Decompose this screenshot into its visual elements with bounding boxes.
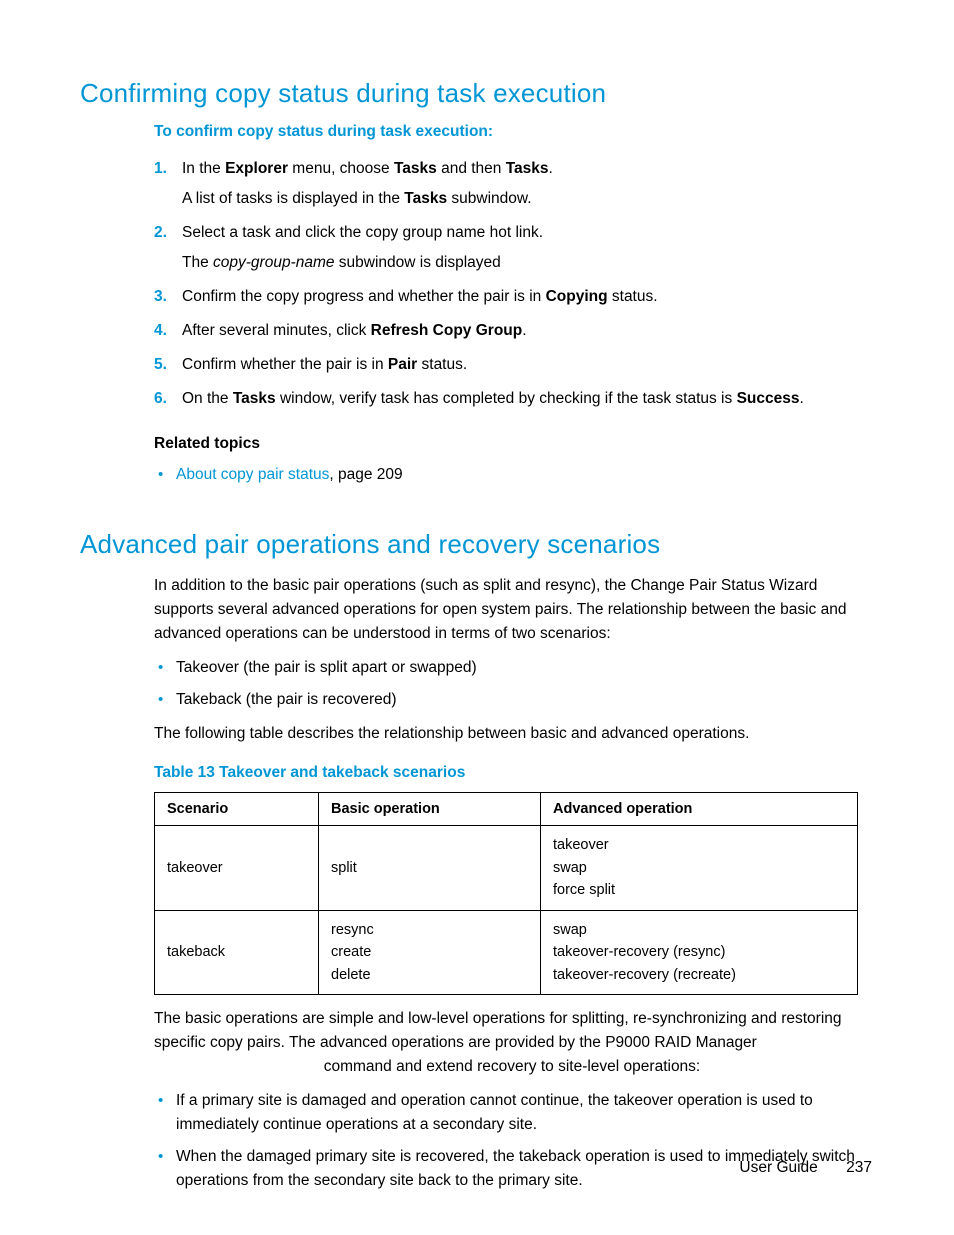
related-topics-list: About copy pair status, page 209 [154,463,874,487]
adv-para-1: In addition to the basic pair operations… [154,574,870,646]
related-topics-heading: Related topics [154,435,874,453]
th-advanced: Advanced operation [541,793,858,826]
related-item: About copy pair status, page 209 [154,463,874,487]
page: Confirming copy status during task execu… [0,0,954,1235]
table-header-row: Scenario Basic operation Advanced operat… [155,793,858,826]
cell-scenario: takeback [155,910,319,994]
step-1: In the Explorer menu, choose Tasks and t… [154,157,874,211]
cell-scenario: takeover [155,826,319,910]
heading-confirming: Confirming copy status during task execu… [80,78,874,109]
table-row: takeover split takeover swap force split [155,826,858,910]
cell-advanced: takeover swap force split [541,826,858,910]
step-6: On the Tasks window, verify task has com… [154,387,874,411]
page-number: 237 [846,1159,872,1176]
advanced-block: In addition to the basic pair operations… [154,574,870,1193]
footer-label: User Guide [739,1159,817,1176]
confirming-block: To confirm copy status during task execu… [154,123,874,487]
table-row: takeback resync create delete swap takeo… [155,910,858,994]
step-4: After several minutes, click Refresh Cop… [154,319,874,343]
step-1-sub: A list of tasks is displayed in the Task… [182,187,874,211]
related-link[interactable]: About copy pair status [176,466,329,483]
step-2-sub: The copy-group-name subwindow is display… [182,251,874,275]
page-footer: User Guide 237 [739,1159,872,1177]
intro-line: To confirm copy status during task execu… [154,123,874,141]
bullet-takeback: Takeback (the pair is recovered) [154,688,870,712]
bullet-primary-damaged: If a primary site is damaged and operati… [154,1089,870,1137]
cell-basic: resync create delete [319,910,541,994]
step-2: Select a task and click the copy group n… [154,221,874,275]
cell-advanced: swap takeover-recovery (resync) takeover… [541,910,858,994]
spacer [80,495,874,529]
adv-para-3b: command and extend recovery to site-leve… [154,1055,870,1079]
site-bullets: If a primary site is damaged and operati… [154,1089,870,1193]
th-scenario: Scenario [155,793,319,826]
confirming-steps: In the Explorer menu, choose Tasks and t… [154,157,874,411]
scenario-bullets: Takeover (the pair is split apart or swa… [154,656,870,712]
scenario-table: Scenario Basic operation Advanced operat… [154,792,858,995]
bullet-takeover: Takeover (the pair is split apart or swa… [154,656,870,680]
th-basic: Basic operation [319,793,541,826]
step-3: Confirm the copy progress and whether th… [154,285,874,309]
adv-para-2: The following table describes the relati… [154,722,870,746]
cell-basic: split [319,826,541,910]
heading-advanced: Advanced pair operations and recovery sc… [80,529,874,560]
table-caption: Table 13 Takeover and takeback scenarios [154,764,870,782]
step-5: Confirm whether the pair is in Pair stat… [154,353,874,377]
adv-para-3a: The basic operations are simple and low-… [154,1007,870,1055]
